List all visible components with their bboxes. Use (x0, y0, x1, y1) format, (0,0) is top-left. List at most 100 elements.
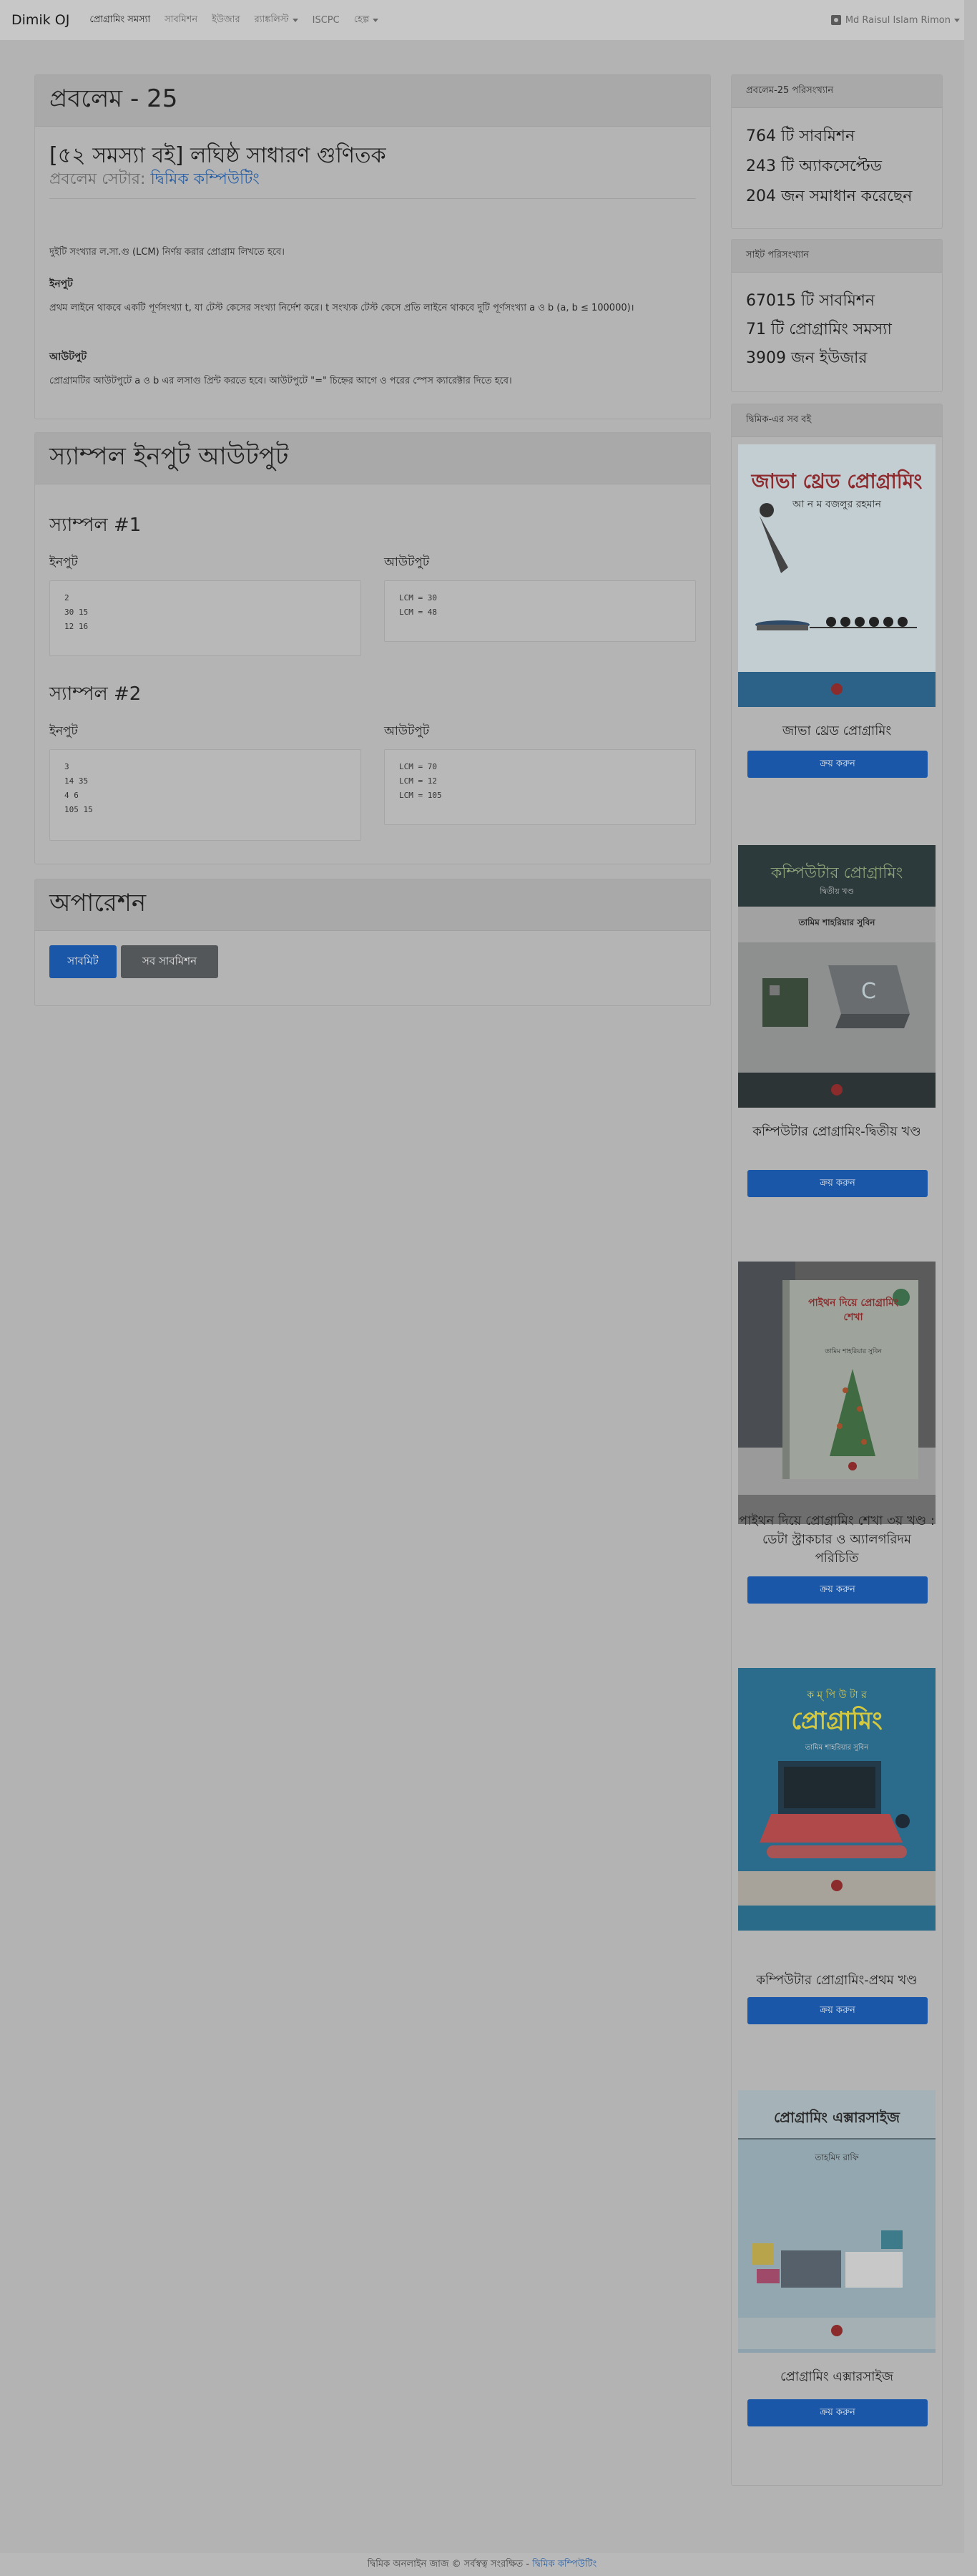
book-cover-python-title: পাইথন দিয়ে প্রোগ্রামিং শেখা (808, 1297, 898, 1323)
input-line: 14 35 (64, 776, 89, 786)
input-line: 3 (64, 762, 69, 771)
svg-text:C: C (861, 979, 876, 1004)
top-navbar: Dimik OJ প্রোগ্রামিং সমস্যা সাবমিশন ইউজা… (0, 0, 964, 40)
buy-button-python[interactable]: ক্রয় করুন (747, 1576, 928, 1604)
book-cover-programming-1[interactable]: ক ম্ পি উ টা র প্রোগ্রামিং তামিম শাহরিয়… (738, 1668, 936, 1931)
nav-help-dropdown[interactable]: হেল্প (353, 13, 379, 28)
problem-solved-count: 204 জন সমাধান করেছেন (746, 187, 913, 205)
sample-1-output-box[interactable]: LCM = 30 LCM = 48 (384, 580, 696, 642)
nav-users[interactable]: ইউজার (212, 13, 240, 28)
setter-link[interactable]: দ্বিমিক কম্পিউটিং (150, 170, 259, 188)
buy-button-programming-2[interactable]: ক্রয় করুন (747, 1170, 928, 1197)
output-heading: আউটপুট (49, 351, 87, 363)
input-line: 30 15 (64, 608, 89, 617)
setter-prefix: প্রবলেম সেটার: (49, 170, 146, 188)
buy-button-exercise[interactable]: ক্রয় করুন (747, 2399, 928, 2426)
divider (49, 198, 696, 199)
sample-2-output-label: আউটপুট (384, 724, 430, 738)
problem-submissions-link[interactable]: 764 টি সাবমিশন (746, 124, 855, 150)
site-problems-count: 71 টি প্রোগ্রামিং সমস্যা (746, 321, 892, 338)
user-name: Md Raisul Islam Rimon (845, 14, 951, 26)
book-cover-python[interactable]: পাইথন দিয়ে প্রোগ্রামিং শেখা তামিম শাহরি… (738, 1262, 936, 1524)
operations-header: অপারেশন (35, 879, 710, 931)
book-cover-programming-2-author: তামিম শাহরিয়ার সুবিন (798, 917, 875, 927)
problem-stats-header: প্রবলেম-25 পরিসংখ্যান (732, 75, 942, 108)
book-title-exercise: প্রোগ্রামিং এক্সারসাইজ (780, 2369, 893, 2384)
input-description: প্রথম লাইনে থাকবে একটি পূর্ণসংখ্যা t, যা… (49, 303, 634, 313)
output-line: LCM = 12 (399, 776, 437, 786)
nav-submissions-label: সাবমিশন (165, 14, 198, 25)
book-cover-programming-1-author: তামিম শাহরিয়ার সুবিন (805, 1744, 869, 1752)
book-cover-python-author: তামিম শাহরিয়ার সুবিন (825, 1348, 882, 1355)
book-cover-exercise[interactable]: প্রোগ্রামিং এক্সারসাইজ তাহমিদ রাফি (738, 2090, 936, 2353)
input-line: 4 6 (64, 791, 79, 800)
book-cover-programming-1-kicker: ক ম্ পি উ টা র (807, 1689, 867, 1701)
book-cover-programming-1-title: প্রোগ্রামিং (791, 1707, 883, 1735)
footer-link[interactable]: দ্বিমিক কম্পিউটিং (532, 2559, 596, 2570)
nav-ranklist-label: র‍্যাঙ্কলিস্ট (254, 14, 289, 25)
sample-1-input-label: ইনপুট (49, 555, 78, 570)
book-cover-exercise-title: প্রোগ্রামিং এক্সারসাইজ (773, 2109, 900, 2126)
sample-2-input-label: ইনপুট (49, 724, 78, 738)
book-title-java-thread: জাভা থ্রেড প্রোগ্রামিং (782, 723, 892, 738)
problem-setter: প্রবলেম সেটার: দ্বিমিক কম্পিউটিং (49, 167, 260, 193)
input-line: 105 15 (64, 805, 93, 814)
page-scrollbar[interactable] (964, 0, 977, 2576)
site-submissions-count: 67015 টি সাবমিশন (746, 292, 875, 310)
book-cover-java-thread-title: জাভা থ্রেড প্রোগ্রামিং (751, 469, 923, 493)
brand-logo[interactable]: Dimik OJ (11, 12, 69, 28)
footer-text: দ্বিমিক অনলাইন জাজ © সর্বস্বত্ব সংরক্ষিত… (367, 2559, 530, 2570)
sample-1-output-label: আউটপুট (384, 555, 430, 570)
books-header: দ্বিমিক-এর সব বই (732, 404, 942, 437)
book-cover-java-thread[interactable]: জাভা থ্রেড প্রোগ্রামিং আ ন ম বজলুর রহমান (738, 444, 936, 707)
site-stats-card: সাইট পরিসংখ্যান 67015 টি সাবমিশন 71 টি প… (731, 239, 943, 392)
nav-ranklist-dropdown[interactable]: র‍্যাঙ্কলিস্ট (255, 13, 298, 28)
page-footer: দ্বিমিক অনলাইন জাজ © সর্বস্বত্ব সংরক্ষিত… (0, 2553, 964, 2576)
chevron-down-icon (373, 18, 379, 22)
nav-submissions[interactable]: সাবমিশন (165, 13, 197, 28)
all-submissions-button[interactable]: সব সাবমিশন (121, 945, 218, 978)
samples-card: স্যাম্পল ইনপুট আউটপুট স্যাম্পল #1 ইনপুট … (34, 432, 711, 864)
output-line: LCM = 30 (399, 593, 437, 602)
sample-1-input-box[interactable]: 2 30 15 12 16 (49, 580, 361, 656)
buy-button-java-thread[interactable]: ক্রয় করুন (747, 751, 928, 778)
nav-problems[interactable]: প্রোগ্রামিং সমস্যা (89, 13, 150, 28)
output-description: প্রোগ্রামটির আউটপুটে a ও b এর লসাগু প্রি… (49, 376, 512, 386)
sample-2-output-box[interactable]: LCM = 70 LCM = 12 LCM = 105 (384, 749, 696, 825)
samples-header: স্যাম্পল ইনপুট আউটপুট (35, 433, 710, 484)
user-menu-dropdown[interactable]: Md Raisul Islam Rimon (830, 0, 960, 40)
book-cover-programming-2-subtitle: দ্বিতীয় খণ্ড (820, 887, 854, 896)
problem-statement: দুইটি সংখ্যার ল.সা.গু (LCM) নির্ণয় করার… (49, 247, 285, 258)
chevron-down-icon (954, 18, 960, 22)
nav-help-label: হেল্প (353, 14, 370, 25)
book-cover-programming-2[interactable]: C কম্পিউটার প্রোগ্রামিং দ্বিতীয় খণ্ড তা… (738, 845, 936, 1108)
input-line: 12 16 (64, 622, 89, 631)
chevron-down-icon (292, 18, 298, 22)
nav-iscpc-label: ISCPC (312, 14, 340, 26)
nav-users-label: ইউজার (212, 14, 240, 25)
book-cover-exercise-author: তাহমিদ রাফি (815, 2152, 859, 2162)
input-heading: ইনপুট (49, 278, 73, 290)
problem-stats-card: প্রবলেম-25 পরিসংখ্যান 764 টি সাবমিশন 243… (731, 74, 943, 229)
output-line: LCM = 48 (399, 608, 437, 617)
problem-card: প্রবলেম - 25 [৫২ সমস্যা বই] লঘিষ্ঠ সাধার… (34, 74, 711, 419)
book-title-programming-2: কম্পিউটার প্রোগ্রামিং-দ্বিতীয় খণ্ড (752, 1124, 921, 1139)
operations-card: অপারেশন সাবমিট সব সাবমিশন (34, 879, 711, 1006)
submit-button[interactable]: সাবমিট (49, 945, 117, 978)
problem-accepted-count: 243 টি অ্যাকসেপ্টেড (746, 157, 882, 175)
nav-iscpc[interactable]: ISCPC (313, 15, 340, 26)
sample-2-input-box[interactable]: 3 14 35 4 6 105 15 (49, 749, 361, 841)
site-stats-header: সাইট পরিসংখ্যান (732, 240, 942, 273)
output-line: LCM = 70 (399, 762, 437, 771)
book-title-programming-1: কম্পিউটার প্রোগ্রামিং-প্রথম খণ্ড (756, 1973, 918, 1988)
site-users-count: 3909 জন ইউজার (746, 349, 868, 367)
output-line: LCM = 105 (399, 791, 442, 800)
book-cover-programming-2-title: কম্পিউটার প্রোগ্রামিং (770, 864, 903, 882)
input-line: 2 (64, 593, 69, 602)
sample-1-title: স্যাম্পল #1 (49, 514, 142, 536)
problem-header: প্রবলেম - 25 (35, 75, 710, 127)
sample-2-title: স্যাম্পল #2 (49, 683, 142, 705)
book-title-python: পাইথন দিয়ে প্রোগ্রামিং শেখা ৩য় খণ্ড : … (739, 1513, 935, 1566)
buy-button-programming-1[interactable]: ক্রয় করুন (747, 1997, 928, 2024)
nav-problems-label: প্রোগ্রামিং সমস্যা (89, 14, 151, 25)
